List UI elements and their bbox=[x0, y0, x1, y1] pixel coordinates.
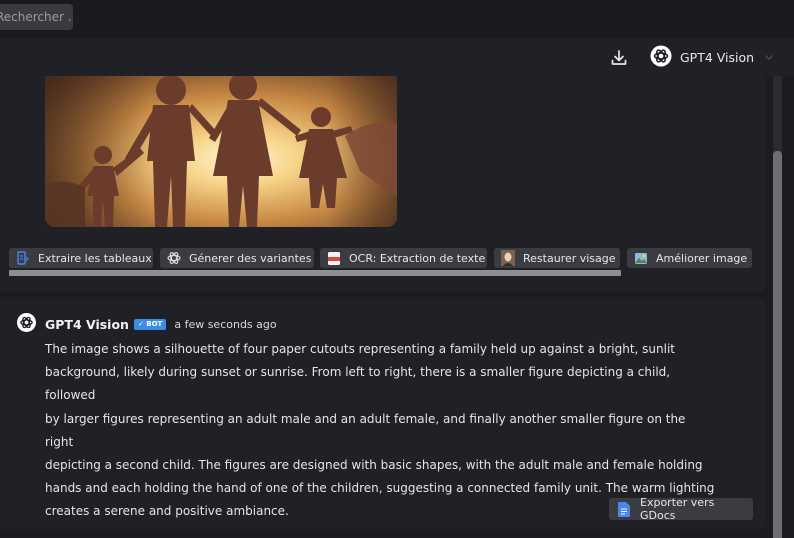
bot-badge: ✓ BOT bbox=[133, 318, 167, 330]
model-selector[interactable]: GPT4 Vision bbox=[650, 45, 774, 69]
portrait-icon bbox=[500, 250, 516, 266]
family-silhouette-image bbox=[45, 76, 397, 227]
table-extract-icon bbox=[15, 250, 31, 266]
google-docs-icon bbox=[618, 501, 630, 517]
image-message-panel: Extraire les tableaux Génerer des varian… bbox=[0, 76, 766, 292]
download-icon bbox=[611, 50, 627, 65]
chevron-down-icon bbox=[765, 55, 774, 60]
message-line: background, likely during sunset or sunr… bbox=[45, 365, 671, 403]
message-author: GPT4 Vision bbox=[45, 316, 129, 332]
tool-generate-variants-button[interactable]: Génerer des variantes bbox=[160, 248, 314, 268]
top-bar bbox=[0, 0, 794, 38]
message-timestamp: a few seconds ago bbox=[174, 317, 277, 331]
message-line: hands and each holding the hand of one o… bbox=[45, 481, 715, 496]
horizontal-scrollbar[interactable] bbox=[9, 270, 621, 276]
model-name: GPT4 Vision bbox=[680, 49, 755, 65]
openai-logo-icon bbox=[166, 250, 182, 266]
tool-enhance-image-button[interactable]: Améliorer image bbox=[627, 248, 752, 268]
search-box[interactable] bbox=[0, 4, 73, 30]
message-body: The image shows a silhouette of four pap… bbox=[45, 338, 715, 524]
openai-logo-icon bbox=[17, 313, 36, 335]
tool-restore-face-button[interactable]: Restaurer visage bbox=[494, 248, 620, 268]
openai-logo-icon bbox=[650, 45, 672, 70]
vertical-scrollbar-thumb[interactable] bbox=[773, 151, 782, 538]
message-line: by larger figures representing an adult … bbox=[45, 411, 686, 449]
tool-label: Génerer des variantes bbox=[189, 251, 312, 265]
tool-label: Extraire les tableaux bbox=[38, 251, 152, 265]
enhance-image-icon bbox=[633, 250, 649, 266]
chat-header: GPT4 Vision bbox=[0, 38, 794, 76]
tool-label: Améliorer image bbox=[656, 251, 748, 265]
tool-extract-tables-button[interactable]: Extraire les tableaux bbox=[9, 248, 153, 268]
export-gdocs-button[interactable]: Exporter vers GDocs bbox=[609, 496, 753, 522]
message-line: The image shows a silhouette of four pap… bbox=[45, 342, 676, 356]
tool-ocr-button[interactable]: OCR: Extraction de texte bbox=[320, 248, 487, 268]
search-input[interactable] bbox=[0, 10, 73, 24]
assistant-message-panel: GPT4 Vision ✓ BOT a few seconds ago The … bbox=[0, 299, 766, 529]
tool-label: Restaurer visage bbox=[523, 251, 616, 265]
message-line: depicting a second child. The figures ar… bbox=[45, 458, 703, 473]
message-header: GPT4 Vision ✓ BOT a few seconds ago bbox=[17, 313, 277, 335]
export-label: Exporter vers GDocs bbox=[640, 496, 715, 522]
tool-label: OCR: Extraction de texte bbox=[349, 251, 486, 265]
ocr-icon bbox=[326, 250, 342, 266]
download-button[interactable] bbox=[609, 48, 629, 68]
